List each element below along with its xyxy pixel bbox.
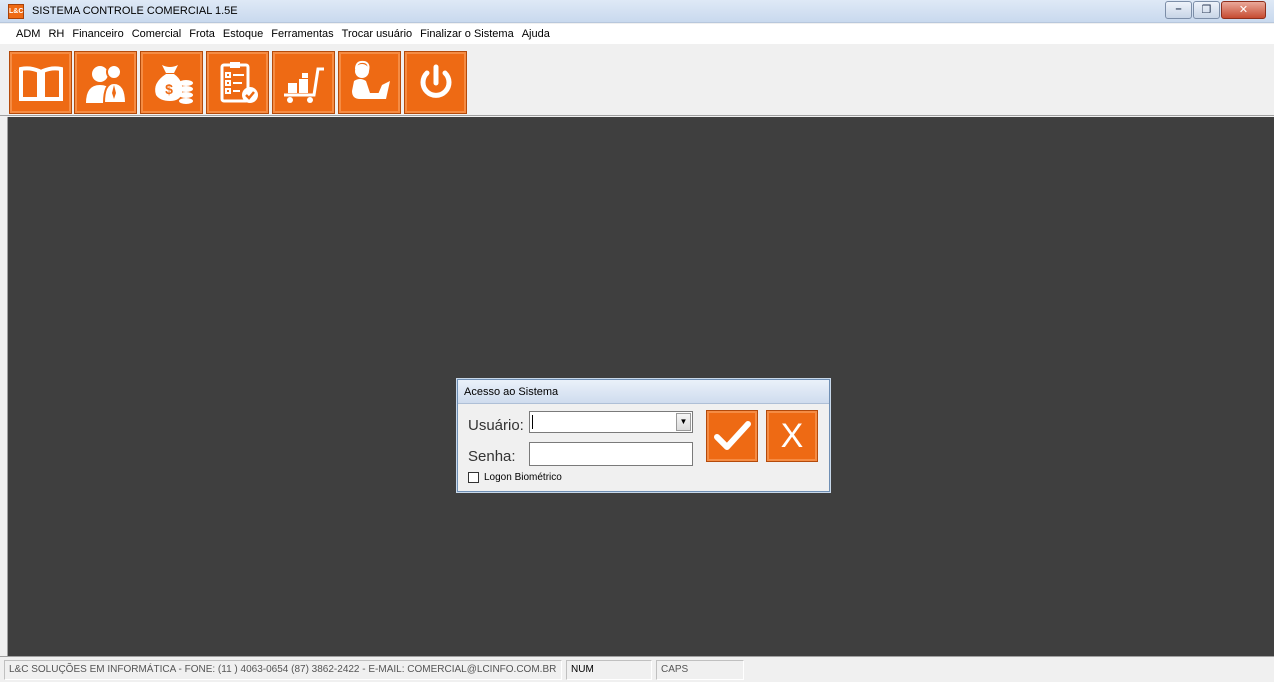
power-icon — [420, 64, 451, 98]
text-caret — [532, 415, 533, 429]
menu-ajuda[interactable]: Ajuda — [518, 28, 554, 40]
menu-rh[interactable]: RH — [44, 28, 68, 40]
menu-adm[interactable]: ADM — [12, 28, 44, 40]
desk-operator-icon — [351, 60, 390, 99]
menu-bar: ADM RH Financeiro Comercial Frota Estoqu… — [0, 24, 1274, 44]
toolbar-button-checklist[interactable] — [206, 51, 269, 114]
minimize-button[interactable]: – — [1165, 1, 1192, 19]
window-controls: – ❐ ✕ — [1164, 1, 1266, 19]
toolbar-button-stock[interactable] — [272, 51, 335, 114]
restore-icon: ❐ — [1201, 4, 1212, 16]
status-num-lock: NUM — [566, 660, 652, 680]
cart-boxes-icon — [283, 67, 324, 103]
biometric-logon-option[interactable]: Logon Biométrico — [468, 472, 562, 483]
menu-ferramentas[interactable]: Ferramentas — [267, 28, 337, 40]
toolbar-button-users[interactable] — [74, 51, 137, 114]
minimize-icon: – — [1175, 3, 1182, 15]
menu-financeiro[interactable]: Financeiro — [68, 28, 127, 40]
menu-finalizar-sistema[interactable]: Finalizar o Sistema — [416, 28, 518, 40]
menu-trocar-usuario[interactable]: Trocar usuário — [338, 28, 417, 40]
status-company-info: L&C SOLUÇÕES EM INFORMÁTICA - FONE: (11 … — [4, 660, 562, 680]
close-button[interactable]: ✕ — [1221, 1, 1266, 19]
cancel-button[interactable]: X — [766, 410, 818, 462]
chevron-down-icon: ▼ — [679, 417, 688, 426]
app-icon: L&C — [8, 4, 24, 19]
checklist-icon — [220, 61, 258, 103]
close-icon: ✕ — [1238, 4, 1249, 16]
workspace-left-border — [0, 117, 8, 656]
password-field[interactable] — [529, 442, 693, 466]
login-dialog: Acesso ao Sistema Usuário: ▼ Senha: Logo… — [457, 379, 830, 492]
biometric-label: Logon Biométrico — [484, 472, 562, 483]
status-caps-lock: CAPS — [656, 660, 744, 680]
login-dialog-title: Acesso ao Sistema — [458, 380, 829, 404]
menu-frota[interactable]: Frota — [185, 28, 219, 40]
book-icon — [18, 65, 63, 101]
menu-comercial[interactable]: Comercial — [128, 28, 186, 40]
svg-text:$: $ — [165, 81, 173, 97]
money-bag-icon: $ — [154, 64, 193, 104]
user-combobox[interactable]: ▼ — [529, 411, 693, 433]
status-bar: L&C SOLUÇÕES EM INFORMÁTICA - FONE: (11 … — [0, 656, 1274, 682]
dropdown-arrow-button[interactable]: ▼ — [676, 413, 691, 431]
restore-button[interactable]: ❐ — [1193, 1, 1220, 19]
cancel-icon: X — [780, 417, 804, 455]
title-bar: L&C SISTEMA CONTROLE COMERCIAL 1.5E – ❐ … — [0, 0, 1274, 23]
users-icon — [85, 63, 127, 104]
user-label: Usuário: — [468, 417, 524, 434]
menu-estoque[interactable]: Estoque — [219, 28, 267, 40]
toolbar-button-book[interactable] — [9, 51, 72, 114]
confirm-button[interactable] — [706, 410, 758, 462]
check-icon — [714, 421, 751, 450]
password-label: Senha: — [468, 448, 516, 465]
toolbar-button-operator[interactable] — [338, 51, 401, 114]
window-title: SISTEMA CONTROLE COMERCIAL 1.5E — [32, 5, 238, 17]
toolbar: $ — [0, 44, 1274, 116]
toolbar-button-power[interactable] — [404, 51, 467, 114]
toolbar-button-money[interactable]: $ — [140, 51, 203, 114]
biometric-checkbox[interactable] — [468, 472, 479, 483]
